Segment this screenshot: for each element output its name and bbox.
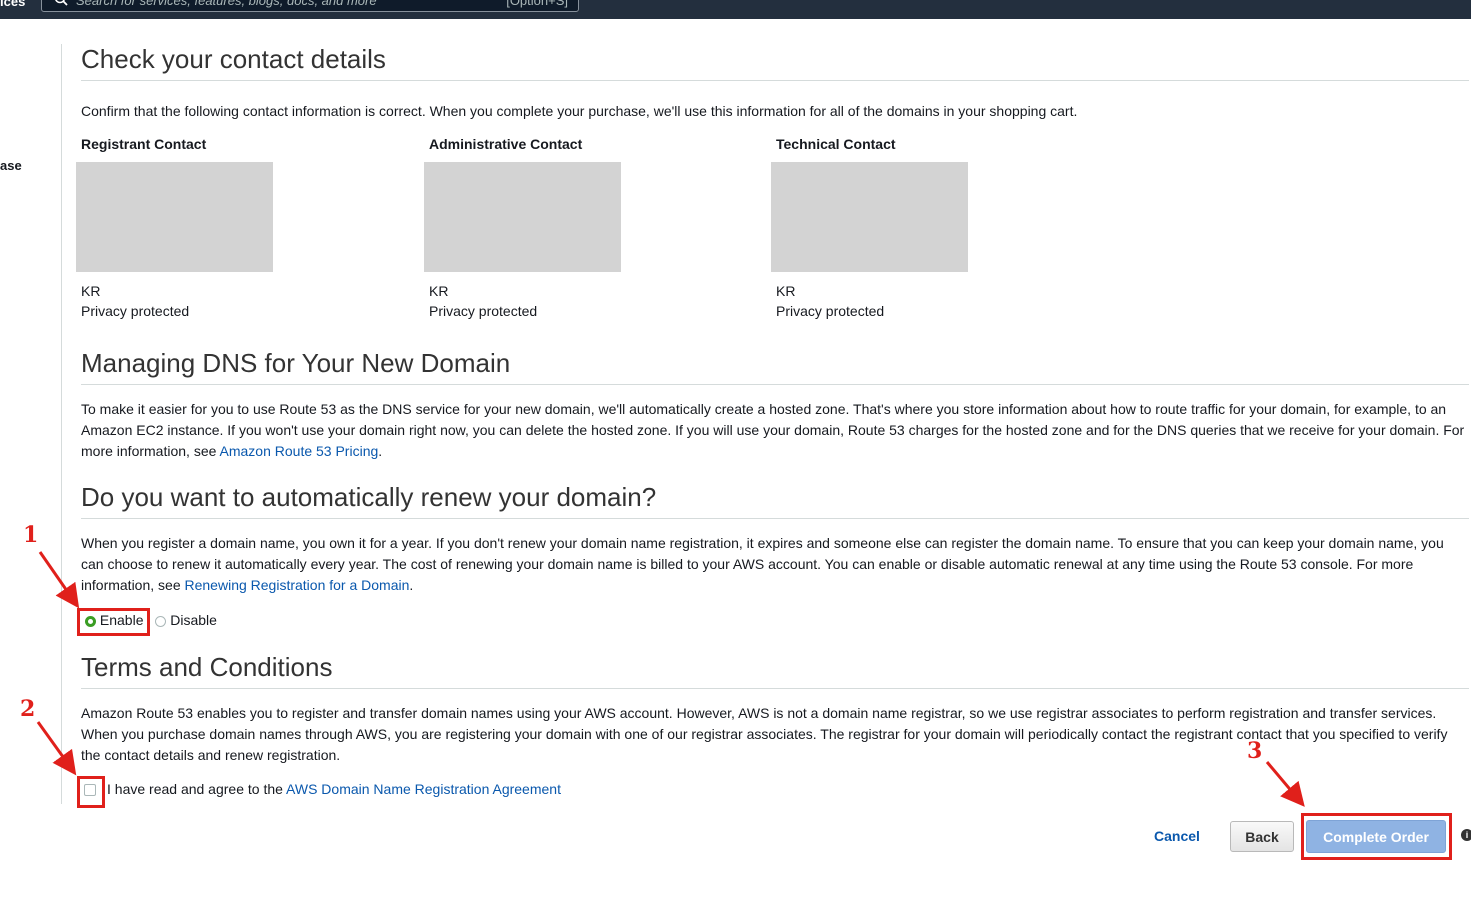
renew-description: When you register a domain name, you own… [81, 533, 1466, 596]
back-button[interactable]: Back [1230, 821, 1294, 852]
step-number-3: 3 [1247, 738, 1263, 764]
contact-privacy: Privacy protected [81, 303, 190, 319]
dns-section: Managing DNS for Your New Domain [81, 348, 1469, 385]
search-placeholder: Search for services, features, blogs, do… [76, 0, 377, 8]
annotation-box-enable [77, 608, 150, 636]
arrow-3 [1265, 761, 1305, 807]
disable-radio[interactable] [155, 615, 167, 627]
dns-heading: Managing DNS for Your New Domain [81, 348, 1469, 385]
agree-label[interactable]: I have read and agree to the [107, 781, 286, 797]
annotation-box-checkbox [77, 776, 105, 808]
left-nav-item[interactable]: ase [0, 158, 22, 173]
search-box[interactable]: Search for services, features, blogs, do… [41, 0, 579, 12]
contact-description: Confirm that the following contact infor… [81, 103, 1078, 119]
disable-label[interactable]: Disable [170, 612, 217, 628]
contact-privacy: Privacy protected [429, 303, 538, 319]
registration-agreement-link[interactable]: AWS Domain Name Registration Agreement [286, 781, 561, 797]
annotation-box-complete [1301, 813, 1452, 860]
contact-section: Check your contact details [81, 44, 1469, 81]
redacted-contact-details [424, 162, 621, 272]
arrow-2 [36, 721, 77, 776]
search-shortcut: [Option+S] [506, 0, 568, 8]
contact-privacy: Privacy protected [776, 303, 885, 319]
route53-pricing-link[interactable]: Amazon Route 53 Pricing [220, 443, 379, 459]
info-icon[interactable]: i [1461, 829, 1471, 841]
contact-title: Registrant Contact [81, 136, 207, 152]
left-divider [61, 44, 62, 804]
step-number-2: 2 [20, 696, 36, 722]
terms-section: Terms and Conditions [81, 652, 1469, 689]
contact-title: Administrative Contact [429, 136, 583, 152]
dns-description: To make it easier for you to use Route 5… [81, 399, 1466, 462]
terms-heading: Terms and Conditions [81, 652, 1469, 689]
arrow-1 [38, 551, 80, 609]
renew-heading: Do you want to automatically renew your … [81, 482, 1469, 519]
technical-contact: Technical Contact KR Privacy protected [771, 136, 1076, 319]
administrative-contact: Administrative Contact KR Privacy protec… [424, 136, 729, 319]
renewing-registration-link[interactable]: Renewing Registration for a Domain [185, 577, 410, 593]
redacted-contact-details [76, 162, 273, 272]
agree-row: I have read and agree to the AWS Domain … [107, 781, 561, 797]
renew-tail: . [409, 577, 414, 593]
contact-title: Technical Contact [776, 136, 896, 152]
search-icon [55, 0, 68, 6]
step-number-1: 1 [23, 522, 39, 548]
registrant-contact: Registrant Contact KR Privacy protected [76, 136, 381, 319]
dns-tail: . [378, 443, 383, 459]
redacted-contact-details [771, 162, 968, 272]
services-menu[interactable]: ices [0, 0, 25, 9]
renew-section: Do you want to automatically renew your … [81, 482, 1469, 519]
top-navigation-bar: ices Search for services, features, blog… [0, 0, 1471, 19]
contact-country: KR [776, 283, 796, 299]
contact-country: KR [81, 283, 101, 299]
cancel-button[interactable]: Cancel [1154, 828, 1200, 844]
disable-option[interactable]: Disable [151, 612, 217, 628]
contact-country: KR [429, 283, 449, 299]
contact-heading: Check your contact details [81, 44, 1469, 81]
